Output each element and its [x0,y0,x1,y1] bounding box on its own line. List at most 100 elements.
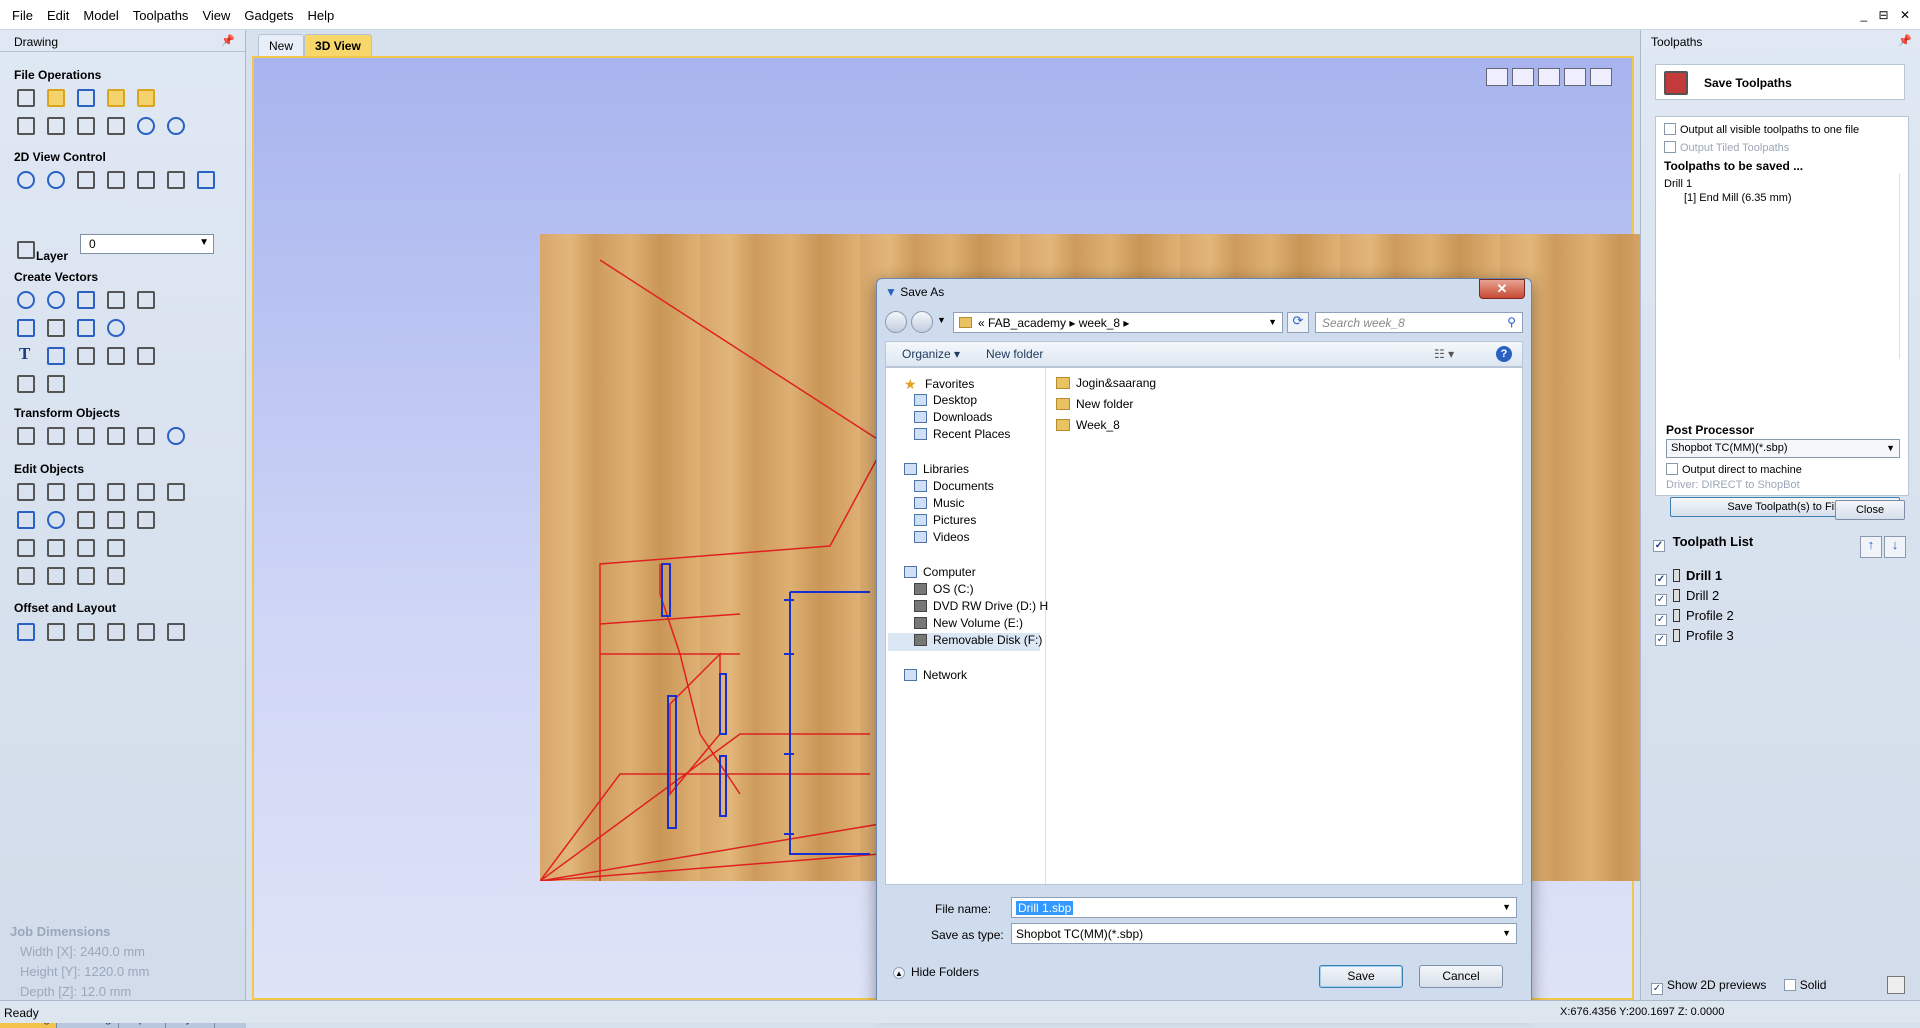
menu-toolpaths[interactable]: Toolpaths [126,0,196,30]
output-all-checkbox[interactable]: Output all visible toolpaths to one file [1664,123,1859,136]
weld-icon[interactable] [14,508,36,530]
plate-icon[interactable] [164,620,186,642]
nav-videos[interactable]: Videos [914,530,969,548]
ungroup-icon[interactable] [134,480,156,502]
extend-icon[interactable] [74,536,96,558]
history-chevron-icon[interactable]: ▼ [937,315,946,325]
checkbox[interactable] [1666,463,1678,475]
nav-recent-places[interactable]: Recent Places [914,427,1010,445]
search-input[interactable]: Search week_8 ⚲ [1315,312,1523,333]
nav-os-c[interactable]: OS (C:) [914,582,974,600]
window-controls[interactable]: _ ⊟ ✕ [1861,8,1914,22]
nav-new-volume[interactable]: New Volume (E:) [914,616,1023,634]
hide-folders-toggle[interactable]: ▲ Hide Folders [893,965,979,979]
arc-icon[interactable] [44,316,66,338]
text-icon[interactable] [14,344,36,366]
zoom-icon[interactable] [44,168,66,190]
group-icon[interactable] [104,480,126,502]
checkbox[interactable] [1655,634,1667,646]
save-button[interactable]: Save [1319,965,1403,988]
checkbox[interactable] [1664,141,1676,153]
scale-icon[interactable] [44,424,66,446]
checkbox[interactable] [1653,540,1665,552]
polygon-icon[interactable] [104,288,126,310]
forward-button[interactable] [911,311,933,333]
folder-item[interactable]: New folder [1056,397,1156,418]
circular-array-icon[interactable] [74,620,96,642]
move-down-icon[interactable]: ↓ [1884,536,1906,558]
nav-favorites[interactable]: ★ Favorites [904,376,974,394]
mirror-icon[interactable] [104,424,126,446]
close-button[interactable]: ✕ [1479,279,1525,299]
select-all-icon[interactable] [14,114,36,136]
zoom-extents-icon[interactable] [74,168,96,190]
save-icon[interactable] [74,86,96,108]
smooth-icon[interactable] [104,536,126,558]
arrow-right-icon[interactable] [74,564,96,586]
pin-icon[interactable]: 📌 [221,34,235,47]
menu-help[interactable]: Help [301,0,342,30]
zoom-box-icon[interactable] [104,168,126,190]
toolpaths-to-save-list[interactable]: Drill 1 [1] End Mill (6.35 mm) [1664,173,1900,359]
save-type-select[interactable]: Shopbot TC(MM)(*.sbp) ▼ [1011,923,1517,944]
nav-documents[interactable]: Documents [914,479,994,497]
tab-3d-view[interactable]: 3D View [304,34,372,56]
toolpath-item-drill-1[interactable]: Drill 1 [1655,568,1722,586]
checkbox[interactable] [1655,594,1667,606]
nav-pictures[interactable]: Pictures [914,513,976,531]
nav-removable-disk[interactable]: Removable Disk (F:) [888,633,1042,651]
checkbox[interactable] [1783,979,1796,991]
menu-view[interactable]: View [195,0,237,30]
toolpath-item-profile-2[interactable]: Profile 2 [1655,608,1734,626]
cut-icon[interactable] [44,114,66,136]
pin-icon[interactable]: 📌 [1898,34,1912,47]
split-view-icon[interactable] [134,168,156,190]
chevron-down-icon[interactable]: ▼ [1502,902,1511,912]
output-direct-checkbox[interactable]: Output direct to machine [1666,463,1802,476]
scissors-icon[interactable] [134,508,156,530]
nav-downloads[interactable]: Downloads [914,410,992,428]
menu-edit[interactable]: Edit [40,0,76,30]
nav-dvd-drive[interactable]: DVD RW Drive (D:) H [914,599,1048,617]
move-up-icon[interactable]: ↑ [1860,536,1882,558]
spiral-icon[interactable] [104,316,126,338]
address-bar[interactable]: « FAB_academy ▸ week_8 ▸ ▼ [953,312,1283,333]
undo-icon[interactable] [134,114,156,136]
star-icon[interactable] [134,288,156,310]
paste-icon[interactable] [104,114,126,136]
new-folder-button[interactable]: New folder [986,347,1043,361]
curve-fit-icon[interactable] [44,564,66,586]
checkbox[interactable] [1664,123,1676,135]
refresh-button[interactable]: ⟳ [1287,312,1309,333]
checkbox[interactable] [1651,983,1663,995]
close-panel-button[interactable]: Close [1835,500,1905,520]
text-box-icon[interactable] [44,344,66,366]
menu-gadgets[interactable]: Gadgets [237,0,300,30]
select-icon[interactable] [14,480,36,502]
close-vector-icon[interactable] [14,564,36,586]
preview-icon[interactable] [1887,976,1905,994]
measure-icon[interactable] [44,372,66,394]
ellipse-icon[interactable] [44,288,66,310]
copy-icon[interactable] [74,114,96,136]
organize-button[interactable]: Organize ▾ [902,347,960,361]
post-processor-select[interactable]: Shopbot TC(MM)(*.sbp) ▼ [1666,439,1900,458]
move-icon[interactable] [14,424,36,446]
text-on-curve-icon[interactable] [74,344,96,366]
set-origin-icon[interactable] [164,424,186,446]
nest-icon[interactable] [134,620,156,642]
menu-file[interactable]: File [0,0,40,30]
checkbox[interactable] [1655,574,1667,586]
toolpath-item-profile-3[interactable]: Profile 3 [1655,628,1734,646]
interactive-select-icon[interactable] [74,480,96,502]
help-icon[interactable]: ? [1496,346,1512,362]
layer-select[interactable]: 0 ▼ [80,234,214,254]
align-icon[interactable] [74,424,96,446]
dimension-icon[interactable] [14,372,36,394]
node-edit-icon[interactable] [44,480,66,502]
dogbone-icon[interactable] [44,536,66,558]
text-arc-icon[interactable] [104,344,126,366]
distort-icon[interactable] [134,424,156,446]
output-tiled-checkbox[interactable]: Output Tiled Toolpaths [1664,141,1789,154]
back-button[interactable] [885,311,907,333]
